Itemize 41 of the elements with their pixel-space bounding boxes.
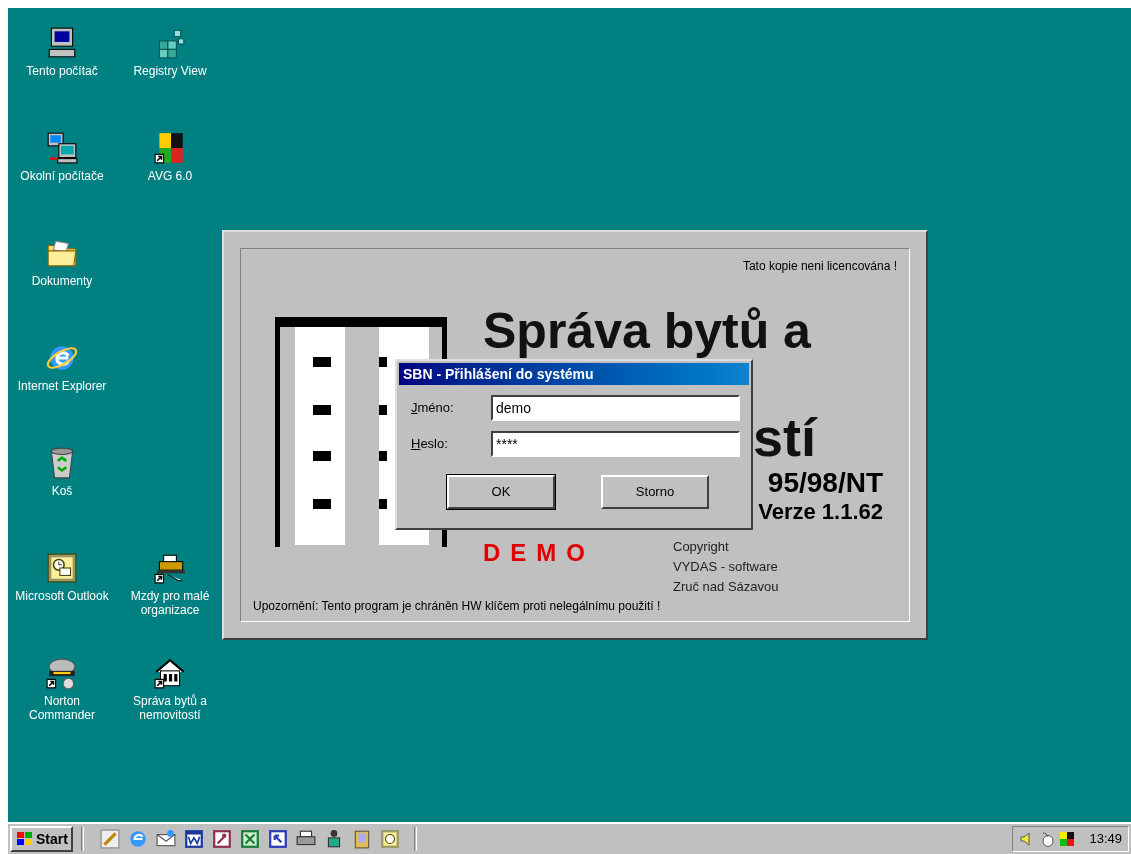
start-button[interactable]: Start	[10, 826, 73, 852]
desktop-icon-label[interactable]: Okolní počítače	[12, 169, 112, 183]
license-note: Tato kopie neni licencována !	[742, 258, 897, 275]
version-label: Verze 1.1.62	[758, 499, 883, 525]
colored-squares-icon[interactable]	[1059, 831, 1076, 847]
text-field[interactable]: demo	[491, 395, 740, 421]
browser-icon[interactable]	[127, 829, 148, 849]
copyright-line: Zruč nad Sázavou	[673, 578, 779, 596]
field-label: Heslo:	[411, 435, 449, 454]
desktop-icon-label[interactable]: Mzdy pro malé organizace	[120, 589, 220, 617]
app-title: stí	[753, 407, 817, 467]
demo-label: DEMO	[483, 538, 595, 568]
copyright-line: VYDAS - software	[673, 558, 779, 576]
warning-text: Upozornění: Tento program je chráněn HW klíčem proti nelegálnímu použití !	[253, 598, 662, 615]
field-label: Jméno:	[411, 399, 455, 418]
desktop-icon-label[interactable]: Tento počítač	[12, 64, 112, 78]
dialog-title: SBN - Přihlášení do systému	[399, 363, 749, 385]
dialog-button[interactable]: OK	[447, 475, 555, 509]
dialog-button[interactable]: Storno	[601, 475, 709, 509]
windows-flag-icon	[15, 831, 33, 847]
mouse-icon[interactable]	[1039, 831, 1056, 847]
desktop-icon-label[interactable]: Dokumenty	[12, 274, 112, 288]
desktop-icon-label[interactable]: Registry View	[120, 64, 220, 78]
spreadsheet-icon[interactable]	[239, 829, 260, 849]
copyright-line: Copyright	[673, 538, 730, 556]
key-icon[interactable]	[211, 829, 232, 849]
desktop-icon-label[interactable]: AVG 6.0	[120, 169, 220, 183]
desktop-icon-label[interactable]: Norton Commander	[12, 694, 112, 722]
app-title: Správa bytů a	[483, 302, 811, 361]
desktop-icon-label[interactable]: Microsoft Outlook	[12, 589, 112, 603]
network-computers-icon[interactable]	[45, 131, 79, 165]
text-field[interactable]: ****	[491, 431, 740, 457]
clock: 13:49	[1089, 830, 1122, 849]
desktop-icon-label[interactable]: Koš	[12, 484, 112, 498]
envelope-icon[interactable]	[155, 829, 176, 849]
desktop-icon-label[interactable]: Správa bytů a nemovitostí	[120, 694, 220, 722]
document-w-icon[interactable]	[183, 829, 204, 849]
desktop-icon-label[interactable]: Internet Explorer	[12, 379, 112, 393]
house-icon[interactable]	[153, 656, 187, 690]
platform-label: 95/98/NT	[767, 467, 883, 499]
pencil-icon[interactable]	[99, 829, 120, 849]
